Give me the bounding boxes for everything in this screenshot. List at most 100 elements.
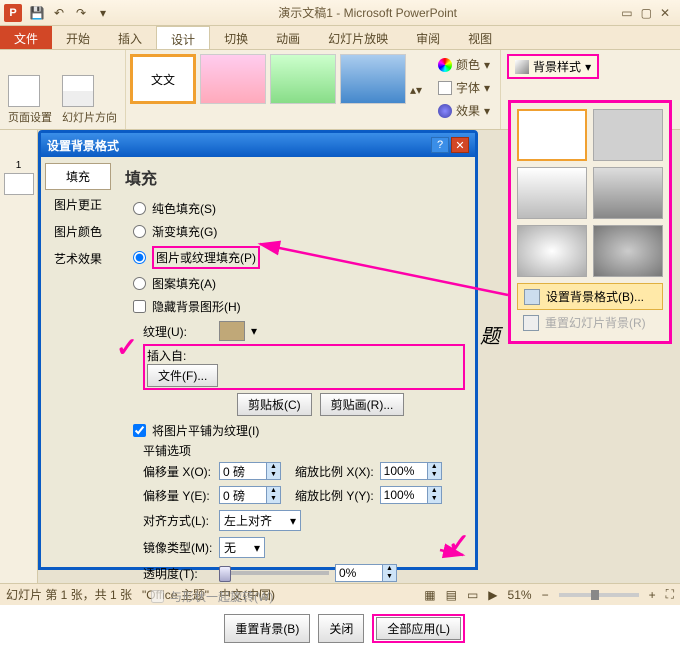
bg-style-option[interactable] bbox=[593, 167, 663, 219]
zoom-value: 51% bbox=[508, 588, 532, 602]
redo-icon[interactable]: ↷ bbox=[72, 4, 90, 22]
tab-design[interactable]: 设计 bbox=[156, 26, 210, 49]
gallery-more-icon[interactable]: ▴▾ bbox=[410, 54, 424, 125]
minimize-icon[interactable]: ▭ bbox=[621, 6, 632, 20]
scale-y-input[interactable]: ▲▼ bbox=[380, 486, 442, 504]
nav-pic-color[interactable]: 图片颜色 bbox=[45, 219, 111, 244]
fonts-icon bbox=[438, 81, 452, 95]
zoom-slider[interactable] bbox=[559, 593, 639, 597]
dialog-titlebar: 设置背景格式 ? ✕ bbox=[41, 133, 475, 157]
theme-thumb[interactable] bbox=[340, 54, 406, 104]
dialog-title: 设置背景格式 bbox=[47, 137, 431, 154]
checkbox-hide-bg[interactable] bbox=[133, 300, 146, 313]
maximize-icon[interactable]: ▢ bbox=[641, 6, 652, 20]
colors-button[interactable]: 颜色 ▾ bbox=[434, 54, 494, 75]
transparency-input[interactable]: ▲▼ bbox=[335, 564, 397, 582]
theme-thumb[interactable] bbox=[200, 54, 266, 104]
effects-icon bbox=[438, 104, 452, 118]
slide-number: 1 bbox=[0, 160, 37, 171]
tab-slideshow[interactable]: 幻灯片放映 bbox=[314, 26, 402, 49]
file-tab[interactable]: 文件 bbox=[0, 26, 52, 49]
view-slideshow-icon[interactable]: ▶ bbox=[488, 588, 497, 602]
bg-style-option[interactable] bbox=[593, 109, 663, 161]
radio-picture-texture[interactable] bbox=[133, 251, 146, 264]
bg-style-option[interactable] bbox=[517, 109, 587, 161]
tab-animation[interactable]: 动画 bbox=[262, 26, 314, 49]
scale-x-input[interactable]: ▲▼ bbox=[380, 462, 442, 480]
annotation-check-icon: ✓ bbox=[116, 332, 138, 363]
reset-bg-icon bbox=[523, 315, 539, 331]
radio-gradient[interactable] bbox=[133, 225, 146, 238]
chevron-down-icon: ▾ bbox=[254, 541, 260, 555]
orientation-icon[interactable] bbox=[62, 75, 94, 107]
dialog-close-button[interactable]: ✕ bbox=[451, 137, 469, 153]
fit-icon[interactable]: ⛶ bbox=[666, 587, 674, 602]
tab-review[interactable]: 审阅 bbox=[402, 26, 454, 49]
reset-background-menuitem: 重置幻灯片背景(R) bbox=[517, 310, 663, 335]
qat-dropdown-icon[interactable]: ▾ bbox=[94, 4, 112, 22]
file-button[interactable]: 文件(F)... bbox=[147, 364, 218, 387]
slide-info: 幻灯片 第 1 张，共 1 张 bbox=[6, 586, 132, 603]
format-background-dialog: 设置背景格式 ? ✕ 填充 图片更正 图片颜色 艺术效果 填充 纯色填充(S) … bbox=[38, 130, 478, 570]
chevron-down-icon: ▾ bbox=[290, 514, 296, 528]
zoom-in-icon[interactable]: + bbox=[649, 588, 656, 602]
close-icon[interactable]: ✕ bbox=[660, 6, 670, 20]
radio-pattern[interactable] bbox=[133, 277, 146, 290]
texture-dropdown-icon[interactable]: ▾ bbox=[251, 324, 257, 338]
apply-all-button[interactable]: 全部应用(L) bbox=[376, 617, 461, 640]
bg-style-grid bbox=[517, 109, 663, 277]
clipboard-button[interactable]: 剪贴板(C) bbox=[237, 393, 312, 416]
ribbon-tabs: 文件 开始 插入 设计 切换 动画 幻灯片放映 审阅 视图 bbox=[0, 26, 680, 50]
background-styles-button[interactable]: 背景样式 ▾ bbox=[507, 54, 599, 79]
tab-transition[interactable]: 切换 bbox=[210, 26, 262, 49]
undo-icon[interactable]: ↶ bbox=[50, 4, 68, 22]
tab-view[interactable]: 视图 bbox=[454, 26, 506, 49]
tab-home[interactable]: 开始 bbox=[52, 26, 104, 49]
titlebar: P 💾 ↶ ↷ ▾ 演示文稿1 - Microsoft PowerPoint ▭… bbox=[0, 0, 680, 26]
dialog-help-button[interactable]: ? bbox=[431, 137, 449, 153]
slide-thumbnail[interactable] bbox=[4, 173, 34, 195]
colors-icon bbox=[438, 58, 452, 72]
slide-panel: 1 bbox=[0, 130, 38, 583]
page-setup-label: 页面设置 bbox=[8, 109, 52, 125]
fill-heading: 填充 bbox=[125, 165, 465, 189]
theme-thumb[interactable] bbox=[270, 54, 336, 104]
checkbox-tile[interactable] bbox=[133, 424, 146, 437]
slide-text: 题 bbox=[480, 320, 500, 349]
tile-heading: 平铺选项 bbox=[143, 442, 465, 459]
clipart-button[interactable]: 剪贴画(R)... bbox=[320, 393, 405, 416]
nav-artistic[interactable]: 艺术效果 bbox=[45, 246, 111, 271]
theme-gallery[interactable]: 文文 ▴▾ bbox=[126, 50, 428, 129]
reset-bg-button[interactable]: 重置背景(B) bbox=[224, 614, 310, 643]
format-background-menuitem[interactable]: 设置背景格式(B)... bbox=[517, 283, 663, 310]
annotation-check-icon: ✓ bbox=[448, 528, 470, 559]
dialog-nav: 填充 图片更正 图片颜色 艺术效果 bbox=[41, 157, 115, 567]
save-icon[interactable]: 💾 bbox=[28, 4, 46, 22]
theme-thumb[interactable]: 文文 bbox=[130, 54, 196, 104]
mirror-select[interactable]: 无▾ bbox=[219, 537, 265, 558]
window-controls: ▭ ▢ ✕ bbox=[621, 6, 676, 20]
offset-x-input[interactable]: ▲▼ bbox=[219, 462, 281, 480]
nav-fill[interactable]: 填充 bbox=[45, 163, 111, 190]
dialog-footer: 重置背景(B) 关闭 全部应用(L) bbox=[125, 608, 465, 649]
bg-style-option[interactable] bbox=[517, 225, 587, 277]
tab-insert[interactable]: 插入 bbox=[104, 26, 156, 49]
bg-style-option[interactable] bbox=[593, 225, 663, 277]
effects-button[interactable]: 效果 ▾ bbox=[434, 100, 494, 121]
align-select[interactable]: 左上对齐▾ bbox=[219, 510, 301, 531]
page-setup-icon[interactable] bbox=[8, 75, 40, 107]
transparency-slider[interactable] bbox=[219, 571, 329, 575]
texture-preview[interactable] bbox=[219, 321, 245, 341]
view-reading-icon[interactable]: ▭ bbox=[467, 588, 478, 602]
group-page-setup: 页面设置 幻灯片方向 bbox=[0, 50, 126, 129]
offset-y-input[interactable]: ▲▼ bbox=[219, 486, 281, 504]
format-bg-icon bbox=[524, 289, 540, 305]
close-button[interactable]: 关闭 bbox=[318, 614, 364, 643]
dialog-content: 填充 纯色填充(S) 渐变填充(G) 图片或纹理填充(P) 图案填充(A) 隐藏… bbox=[115, 157, 475, 567]
zoom-out-icon[interactable]: − bbox=[542, 588, 549, 602]
fonts-button[interactable]: 字体 ▾ bbox=[434, 77, 494, 98]
bg-style-option[interactable] bbox=[517, 167, 587, 219]
background-styles-dropdown: 设置背景格式(B)... 重置幻灯片背景(R) bbox=[508, 100, 672, 344]
nav-pic-correct[interactable]: 图片更正 bbox=[45, 192, 111, 217]
radio-solid[interactable] bbox=[133, 202, 146, 215]
